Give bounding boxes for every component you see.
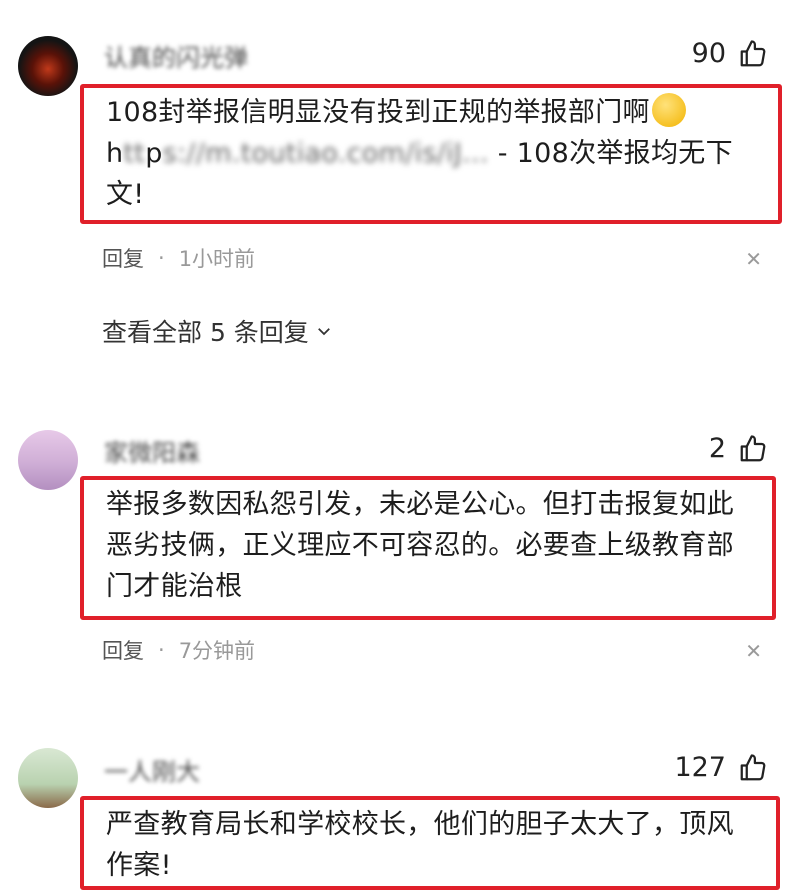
smirk-emoji-icon: [651, 93, 686, 127]
view-all-replies-button[interactable]: 查看全部 5 条回复: [102, 313, 333, 349]
close-icon[interactable]: ✕: [745, 247, 762, 271]
comment-body-highlight: 举报多数因私怨引发，未必是公心。但打击报复如此恶劣技俩，正义理应不可容忍的。必要…: [80, 476, 776, 620]
comment-meta: 回复 · 7分钟前: [102, 635, 255, 665]
reply-button[interactable]: 回复: [102, 243, 144, 273]
close-icon[interactable]: ✕: [745, 639, 762, 663]
comment-meta: 回复 · 1小时前: [102, 243, 255, 273]
comment-text: 108封举报信明显没有投到正规的举报部门啊 https://m.toutiao.c…: [106, 92, 760, 215]
comment-text: 严查教育局长和学校校长，他们的胆子太大了，顶风作案!: [106, 809, 734, 881]
thumbs-up-icon: [740, 753, 766, 780]
like-count: 2: [708, 433, 726, 464]
link-blurred[interactable]: s://m.toutiao.com/is/iJ...: [163, 138, 489, 169]
like-button[interactable]: 90: [692, 38, 768, 69]
avatar[interactable]: [18, 36, 78, 96]
like-button[interactable]: 127: [674, 752, 768, 783]
timestamp: 1小时前: [178, 247, 256, 271]
separator-dot: ·: [158, 246, 165, 270]
comment-text-main: 108封举报信明显没有投到正规的举报部门啊: [106, 97, 650, 128]
timestamp: 7分钟前: [178, 639, 256, 663]
username[interactable]: 认真的闪光弹: [104, 38, 248, 73]
comment-text: 举报多数因私怨引发，未必是公心。但打击报复如此恶劣技俩，正义理应不可容忍的。必要…: [106, 489, 734, 602]
comment-body-highlight: 108封举报信明显没有投到正规的举报部门啊 https://m.toutiao.c…: [80, 84, 782, 224]
like-count: 90: [691, 38, 726, 69]
link-redacted: tt: [123, 138, 146, 169]
comment-body-highlight: 严查教育局长和学校校长，他们的胆子太大了，顶风作案!: [80, 796, 780, 890]
like-count: 127: [674, 752, 726, 783]
thumbs-up-icon: [740, 434, 766, 461]
thumbs-up-icon: [740, 39, 766, 66]
username[interactable]: 家微阳森: [104, 433, 200, 468]
separator-dot: ·: [158, 638, 165, 662]
username[interactable]: 一人刚大: [104, 752, 200, 787]
link-fragment-b[interactable]: p: [145, 138, 162, 169]
chevron-down-icon: [317, 328, 330, 336]
avatar[interactable]: [18, 430, 78, 490]
avatar[interactable]: [18, 748, 78, 808]
reply-button[interactable]: 回复: [102, 635, 144, 665]
view-all-label: 查看全部 5 条回复: [102, 318, 309, 347]
link-fragment-a[interactable]: h: [106, 138, 123, 169]
like-button[interactable]: 2: [709, 433, 768, 464]
